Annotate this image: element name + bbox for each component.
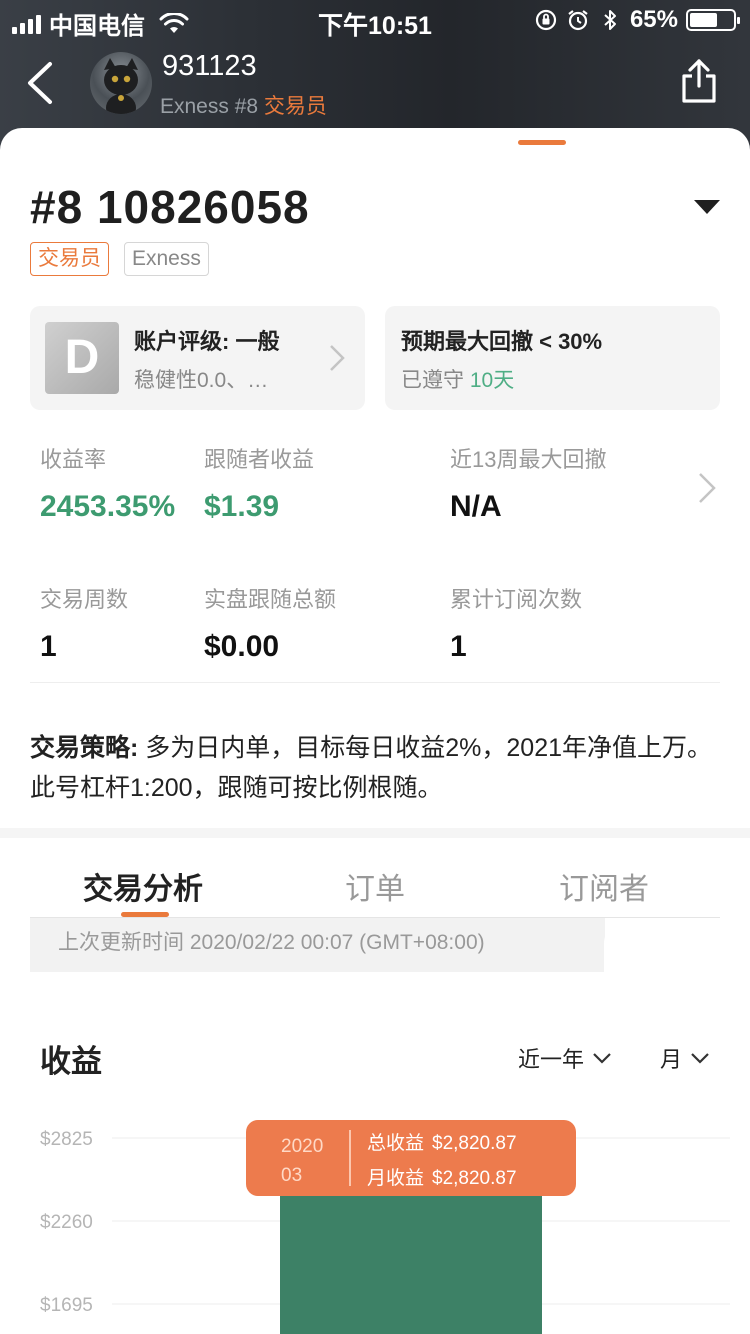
- section-separator: [0, 828, 750, 838]
- strategy-label: 交易策略:: [30, 734, 139, 762]
- metrics-chevron-right-icon[interactable]: [698, 472, 716, 504]
- drawdown-subtitle: 已遵守 10天: [401, 364, 514, 394]
- role-tag: 交易员: [30, 242, 109, 276]
- range-filter-label: 近一年: [518, 1047, 585, 1072]
- max-drawdown-card[interactable]: 预期最大回撤 < 30% 已遵守 10天: [385, 306, 720, 410]
- tooltip-total-label: 总收益: [367, 1133, 425, 1154]
- metric-label-subscriptions: 累计订阅次数: [450, 587, 583, 612]
- metric-label-return: 收益率: [40, 447, 107, 472]
- metric-value-return: 2453.35%: [40, 490, 176, 523]
- trader-subline: Exness #8 交易员: [160, 90, 327, 120]
- period-filter-label: 月: [660, 1047, 683, 1072]
- y-tick-label: $2260: [40, 1212, 93, 1233]
- metric-value-trading-weeks: 1: [40, 630, 57, 663]
- trader-username: 931123: [162, 50, 257, 82]
- profit-section-title: 收益: [40, 1044, 102, 1079]
- tooltip-date-month: 03: [281, 1165, 303, 1186]
- account-title: #8 10826058: [30, 181, 310, 233]
- alarm-icon: [568, 10, 588, 31]
- tooltip-date: 2020 03: [281, 1132, 323, 1190]
- drawdown-days: 10天: [469, 369, 515, 392]
- tooltip-separator: [349, 1130, 351, 1186]
- orientation-lock-icon: [535, 9, 557, 31]
- metric-label-max-drawdown: 近13周最大回撤: [450, 447, 607, 472]
- broker-label: Exness #8: [160, 95, 264, 118]
- page-indicator: [518, 140, 566, 145]
- back-arrow-icon[interactable]: [22, 60, 62, 106]
- y-tick-label: $2825: [40, 1129, 93, 1150]
- status-bar: 中国电信 下午10:51 65%: [0, 0, 750, 40]
- period-filter-dropdown[interactable]: 月: [660, 1042, 710, 1074]
- strategy-description: 交易策略: 多为日内单，目标每日收益2%，2021年净值上万。此号杠杆1:200…: [30, 728, 720, 808]
- metric-value-subscriptions: 1: [450, 630, 467, 663]
- divider: [30, 682, 720, 683]
- tooltip-month-row: 月收益 $2,820.87: [367, 1163, 517, 1190]
- active-tab-indicator: [121, 912, 169, 917]
- y-tick-label: $1695: [40, 1295, 93, 1316]
- status-right: 65%: [534, 6, 740, 34]
- account-detail-card: #8 10826058 交易员 Exness D 账户评级: 一般 稳健性0.0…: [0, 128, 750, 1334]
- tooltip-month-label: 月收益: [367, 1168, 425, 1189]
- drawdown-compliance-label: 已遵守: [401, 369, 470, 392]
- metric-value-follower-profit: $1.39: [204, 490, 280, 523]
- grade-badge: D: [45, 322, 119, 394]
- share-icon[interactable]: [680, 58, 718, 104]
- bluetooth-icon: [604, 10, 616, 30]
- metric-value-max-drawdown: N/A: [450, 490, 502, 523]
- broker-tag: Exness: [124, 242, 209, 276]
- battery-percent: 65%: [629, 6, 678, 33]
- chart-tooltip: 2020 03 总收益 $2,820.87 月收益 $2,820.87: [246, 1120, 576, 1196]
- last-update-bar: 上次更新时间 2020/02/22 00:07 (GMT+08:00): [30, 918, 605, 972]
- cat-avatar-icon: [104, 58, 138, 114]
- account-rating-card[interactable]: D 账户评级: 一般 稳健性0.0、…: [30, 306, 365, 410]
- battery-level: [690, 13, 718, 27]
- range-filter-dropdown[interactable]: 近一年: [518, 1042, 612, 1074]
- tooltip-total-value: $2,820.87: [432, 1133, 517, 1154]
- avatar[interactable]: [90, 52, 152, 114]
- metric-label-trading-weeks: 交易周数: [40, 587, 129, 612]
- tab-subscribers[interactable]: 订阅者: [559, 864, 649, 908]
- tooltip-month-value: $2,820.87: [432, 1168, 517, 1189]
- update-bar-notch: [604, 918, 644, 972]
- metric-label-copy-total: 实盘跟随总额: [204, 587, 337, 612]
- metric-value-copy-total: $0.00: [204, 630, 280, 663]
- chevron-down-icon: [593, 1053, 611, 1064]
- tab-trade-analysis[interactable]: 交易分析: [83, 864, 203, 908]
- chevron-down-icon: [691, 1053, 709, 1064]
- drawdown-title: 预期最大回撤 < 30%: [401, 329, 603, 354]
- profit-bar[interactable]: [280, 1188, 542, 1334]
- tooltip-date-year: 2020: [281, 1136, 324, 1157]
- detail-tabs: 交易分析 订单 订阅者: [30, 838, 720, 918]
- metric-label-follower-profit: 跟随者收益: [204, 447, 315, 472]
- tab-orders[interactable]: 订单: [345, 864, 405, 908]
- tooltip-total-row: 总收益 $2,820.87: [367, 1128, 517, 1155]
- role-label: 交易员: [263, 95, 327, 118]
- battery-icon: [686, 9, 740, 31]
- account-dropdown-caret-icon[interactable]: [694, 200, 720, 214]
- rating-title: 账户评级: 一般: [134, 329, 280, 354]
- rating-subtitle: 稳健性0.0、…: [134, 369, 269, 392]
- chevron-right-icon: [330, 345, 345, 371]
